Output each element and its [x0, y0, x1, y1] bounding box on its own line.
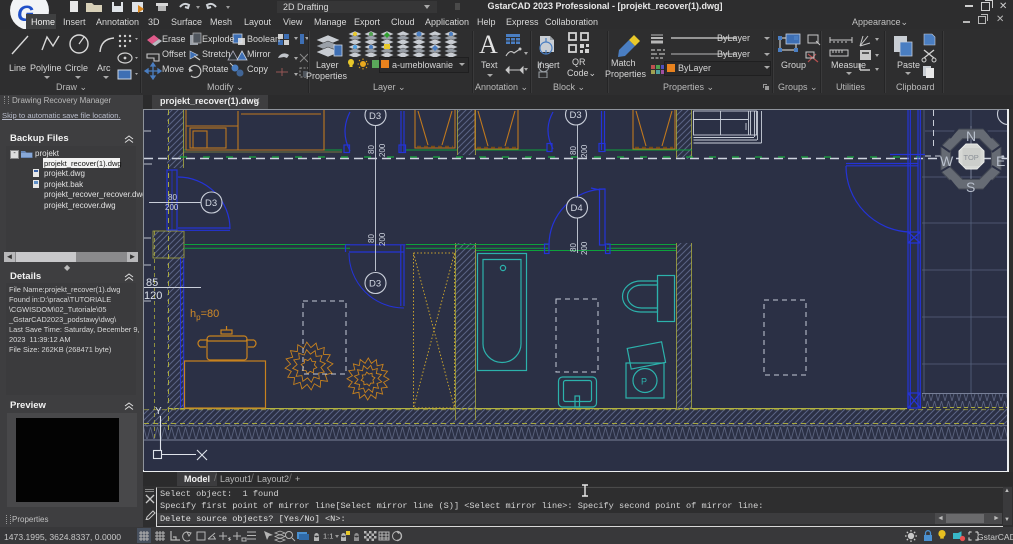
svg-text:200: 200: [165, 203, 179, 212]
svg-text:hp=80: hp=80: [190, 308, 219, 322]
svg-text:D3: D3: [570, 110, 582, 121]
svg-text:TOP: TOP: [964, 153, 979, 162]
svg-text:D3: D3: [205, 198, 217, 209]
svg-text:85: 85: [146, 277, 158, 289]
svg-text:80: 80: [168, 193, 177, 202]
svg-text:200: 200: [580, 241, 589, 255]
svg-text:S: S: [966, 179, 975, 195]
svg-text:P: P: [641, 377, 647, 387]
svg-text:80: 80: [367, 145, 376, 154]
svg-text:D3: D3: [369, 279, 381, 290]
svg-text:D3: D3: [369, 111, 381, 122]
svg-text:W: W: [940, 153, 954, 169]
svg-text:80: 80: [569, 146, 578, 155]
svg-text:120: 120: [144, 290, 162, 302]
svg-text:80: 80: [569, 243, 578, 252]
svg-text:200: 200: [378, 232, 387, 246]
svg-text:N: N: [966, 128, 976, 144]
svg-text:200: 200: [580, 144, 589, 158]
svg-text:1:1: 1:1: [323, 532, 333, 541]
svg-text:Y: Y: [155, 406, 162, 417]
svg-text:E: E: [996, 153, 1005, 169]
svg-text:D4: D4: [571, 203, 583, 214]
svg-text:200: 200: [378, 143, 387, 157]
svg-text:80: 80: [367, 234, 376, 243]
